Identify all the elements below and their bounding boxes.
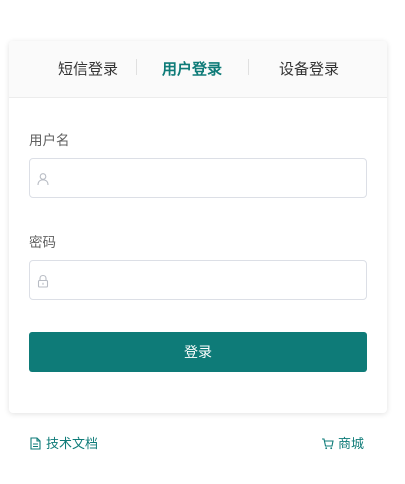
cart-icon — [322, 438, 334, 450]
user-icon — [36, 171, 50, 186]
username-field[interactable] — [29, 158, 367, 198]
tab-sms-login[interactable]: 短信登录 — [47, 41, 129, 97]
login-button[interactable]: 登录 — [29, 332, 367, 372]
password-label: 密码 — [29, 235, 56, 251]
password-field[interactable] — [29, 260, 367, 300]
tech-docs-label: 技术文档 — [46, 437, 99, 452]
lock-icon — [36, 273, 50, 288]
tech-docs-link[interactable]: 技术文档 — [29, 436, 98, 454]
password-input[interactable] — [56, 261, 356, 299]
username-label: 用户名 — [29, 133, 70, 149]
login-tabs: 短信登录 用户登录 设备登录 — [9, 41, 387, 98]
login-card: 短信登录 用户登录 设备登录 用户名 密码 登录 — [9, 41, 387, 413]
document-icon — [30, 437, 41, 450]
username-input[interactable] — [56, 159, 356, 197]
shop-link[interactable]: 商城 — [321, 436, 364, 454]
tab-divider — [248, 59, 249, 75]
shop-label: 商城 — [338, 437, 365, 452]
tab-divider — [136, 59, 137, 75]
tab-device-login[interactable]: 设备登录 — [268, 41, 350, 97]
tab-user-login[interactable]: 用户登录 — [155, 41, 229, 97]
